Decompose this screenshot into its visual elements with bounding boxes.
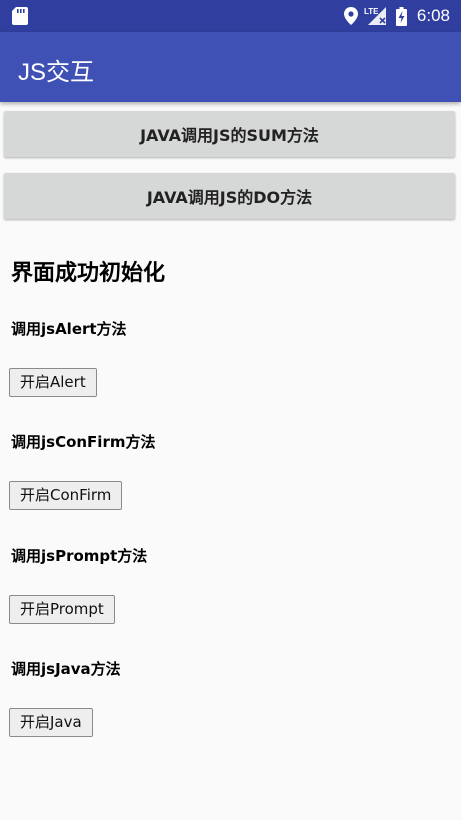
signal-icon: LTE	[364, 7, 386, 25]
open-confirm-button[interactable]: 开启ConFirm	[9, 481, 123, 510]
open-java-button[interactable]: 开启Java	[9, 708, 93, 737]
status-bar: LTE 6:08	[0, 0, 461, 32]
battery-icon	[395, 6, 407, 26]
location-icon	[343, 7, 358, 25]
open-prompt-button[interactable]: 开启Prompt	[9, 595, 115, 624]
open-alert-button[interactable]: 开启Alert	[9, 368, 97, 397]
app-title: JS交互	[18, 59, 95, 86]
status-time: 6:08	[416, 6, 450, 25]
sd-card-icon	[12, 7, 28, 25]
section-heading-alert: 调用jsAlert方法	[11, 320, 127, 338]
java-call-js-sum-button[interactable]: JAVA调用JS的SUM方法	[4, 111, 455, 157]
section-heading-prompt: 调用jsPrompt方法	[11, 547, 148, 565]
app-bar: JS交互	[0, 32, 461, 102]
section-heading-confirm: 调用jsConFirm方法	[11, 433, 156, 451]
page-title: 界面成功初始化	[11, 261, 166, 286]
section-heading-java: 调用jsJava方法	[11, 660, 121, 678]
java-call-js-do-button[interactable]: JAVA调用JS的DO方法	[4, 173, 455, 219]
svg-text:LTE: LTE	[364, 7, 379, 16]
